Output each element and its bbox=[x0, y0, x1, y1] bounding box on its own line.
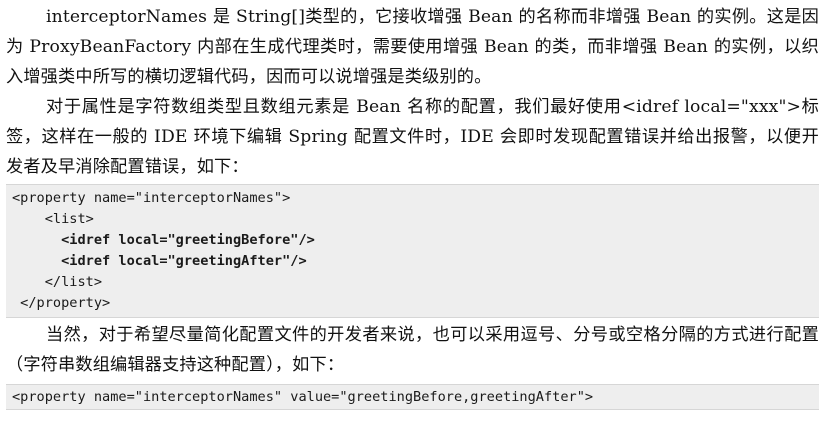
document-page: interceptorNames 是 String[]类型的，它接收增强 Bea… bbox=[0, 0, 825, 430]
paragraph-interceptor-names: interceptorNames 是 String[]类型的，它接收增强 Bea… bbox=[6, 7, 819, 87]
code-block-idref-list: <property name="interceptorNames"> <list… bbox=[6, 184, 819, 318]
code-line-idref-greeting-before: <idref local="greetingBefore"/> bbox=[12, 232, 315, 248]
code-line-property-open: <property name="interceptorNames"> bbox=[12, 190, 291, 206]
paragraph-idref-advice: 对于属性是字符数组类型且数组元素是 Bean 名称的配置，我们最好使用<idre… bbox=[6, 97, 819, 177]
paragraph-comma-separated: 当然，对于希望尽量简化配置文件的开发者来说，也可以采用逗号、分号或空格分隔的方式… bbox=[6, 325, 819, 375]
code-line-idref-greeting-after: <idref local="greetingAfter"/> bbox=[12, 253, 307, 269]
code-line-property-value: <property name="interceptorNames" value=… bbox=[12, 389, 594, 405]
code-line-list-open: <list> bbox=[12, 211, 94, 227]
code-line-property-close: </property> bbox=[12, 295, 111, 311]
code-line-list-close: </list> bbox=[12, 274, 103, 290]
code-block-value-attribute: <property name="interceptorNames" value=… bbox=[6, 384, 819, 410]
